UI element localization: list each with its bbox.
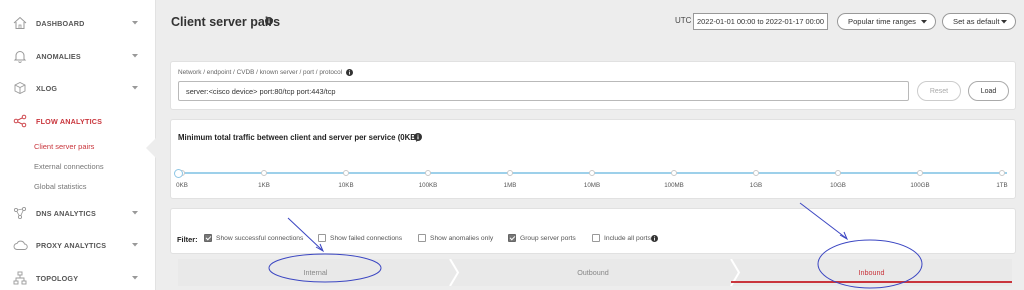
annotation-arrow-inbound [799, 202, 847, 239]
annotation-ellipse-internal [268, 253, 382, 283]
annotation-arrow-internal [287, 217, 323, 251]
annotation-ellipse-inbound [817, 239, 923, 289]
annotation-overlay [268, 202, 923, 289]
